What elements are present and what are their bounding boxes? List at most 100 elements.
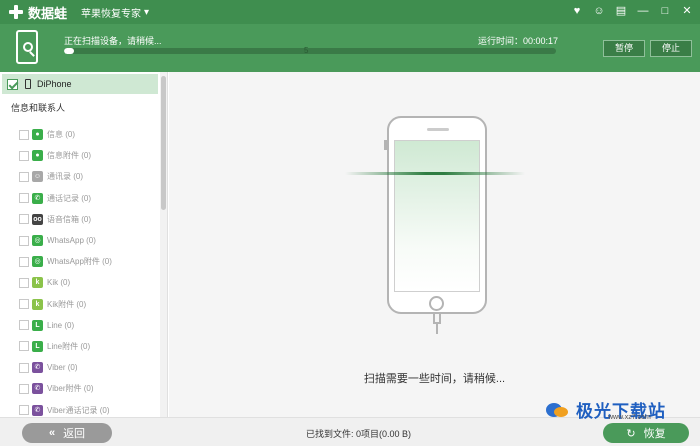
stop-button[interactable]: 停止 [650,40,692,57]
category-label: Viber (0) [47,363,78,373]
category-checkbox[interactable] [19,362,29,373]
list-item[interactable]: ◎ WhatsApp附件 (0) [19,251,159,272]
scan-preview-area: 扫描需要一些时间，请稍候... [169,72,700,417]
recover-icon: ↻ [626,427,636,440]
whatsapp-attachment-icon: ◎ [32,256,43,268]
category-checkbox[interactable] [19,193,29,204]
chevron-down-icon: ▾ [144,6,150,18]
cross-logo-icon [8,4,24,20]
list-item[interactable]: oo 语音信箱 (0) [19,209,159,230]
category-checkbox[interactable] [19,129,29,140]
product-menu-label: 苹果恢复专家 [81,8,142,20]
recover-label: 恢复 [643,428,666,440]
list-item[interactable]: ● 信息 (0) [19,124,159,145]
category-label: 通讯录 (0) [47,172,83,182]
category-checkbox[interactable] [19,320,29,331]
watermark-logo-icon [544,401,570,419]
list-item[interactable]: L Line附件 (0) [19,336,159,357]
iphone-illustration [384,116,487,314]
message-icon: ● [32,129,43,141]
whatsapp-icon: ◎ [32,235,43,247]
category-checkbox[interactable] [19,405,29,416]
minimize-icon[interactable]: — [636,3,650,19]
list-item[interactable]: ✆ Viber (0) [19,357,159,378]
scan-message: 扫描需要一些时间，请稍候... [363,373,506,385]
cable-connector-icon [433,314,441,324]
viber-icon: ✆ [32,362,43,374]
device-row[interactable]: DiPhone [2,74,158,94]
device-name: DiPhone [37,79,72,89]
diamond-icon[interactable]: ♥ [570,3,584,19]
menu-icon[interactable]: ▤ [614,3,628,19]
line-attachment-icon: L [32,340,43,352]
category-label: 信息附件 (0) [47,151,91,161]
list-item[interactable]: k Kik附件 (0) [19,294,159,315]
phone-screen [394,140,480,292]
category-label: Viber通话记录 (0) [47,405,110,415]
cable-wire [436,324,438,334]
category-checkbox[interactable] [19,299,29,310]
app-name: 数据蛙 [28,5,68,21]
category-checkbox[interactable] [19,383,29,394]
category-label: Kik (0) [47,278,71,288]
category-label: 信息 (0) [47,130,75,140]
title-bar: 数据蛙 苹果恢复专家 ▾ ♥ ☺ ▤ — □ ✕ [0,0,700,24]
kik-attachment-icon: k [32,298,43,310]
category-label: 语音信箱 (0) [47,214,91,224]
elapsed-time: 运行时间：00:00:17 [478,36,559,46]
viber-attachment-icon: ✆ [32,383,43,395]
category-checkbox[interactable] [19,171,29,182]
progress-bar [64,48,556,54]
category-checkbox[interactable] [19,214,29,225]
recover-button[interactable]: ↻ 恢复 [603,423,689,443]
category-label: WhatsApp附件 (0) [47,257,112,267]
pause-button[interactable]: 暂停 [603,40,645,57]
phone-scan-icon [16,30,38,64]
category-checkbox[interactable] [19,235,29,246]
product-menu[interactable]: 苹果恢复专家 ▾ [81,5,149,20]
list-item[interactable]: ☺ 通讯录 (0) [19,166,159,187]
close-icon[interactable]: ✕ [680,3,694,19]
category-checkbox[interactable] [19,277,29,288]
category-checkbox[interactable] [19,150,29,161]
phone-icon [25,79,31,89]
line-icon: L [32,319,43,331]
list-item[interactable]: ✆ Viber附件 (0) [19,378,159,399]
category-label: WhatsApp (0) [47,236,96,246]
maximize-icon[interactable]: □ [658,3,672,19]
back-label: 返回 [63,428,86,440]
category-label: 通话记录 (0) [47,193,91,203]
category-checkbox[interactable] [19,256,29,267]
category-label: Viber附件 (0) [47,384,94,394]
sidebar-scrollbar[interactable] [160,72,167,417]
list-item[interactable]: ● 信息附件 (0) [19,145,159,166]
scrollbar-thumb[interactable] [161,76,166,210]
list-item[interactable]: ✆ Viber通话记录 (0) [19,399,159,417]
double-left-arrow-icon: « [48,427,56,439]
progress-value: 5 [304,46,309,55]
scan-status: 正在扫描设备，请稍候... [64,36,162,46]
watermark-url: www.xz7.com [608,414,651,421]
window-controls: ♥ ☺ ▤ — □ ✕ [570,3,694,19]
category-label: Line附件 (0) [47,341,91,351]
device-checkbox[interactable] [7,78,18,90]
contacts-icon: ☺ [32,171,43,183]
voicemail-icon: oo [32,213,43,225]
category-list: ● 信息 (0) ● 信息附件 (0) ☺ 通讯录 (0) ✆ 通话记录 (0) oo 语音信箱 … [19,124,159,417]
app-logo: 数据蛙 [8,3,67,22]
call-log-icon: ✆ [32,192,43,204]
kik-icon: k [32,277,43,289]
home-button-icon [429,296,444,311]
list-item[interactable]: k Kik (0) [19,272,159,293]
list-item[interactable]: ✆ 通话记录 (0) [19,188,159,209]
list-item[interactable]: L Line (0) [19,315,159,336]
message-attachment-icon: ● [32,150,43,162]
scan-progress-header: 正在扫描设备，请稍候... 运行时间：00:00:17 5 暂停 停止 [0,24,700,72]
chat-icon[interactable]: ☺ [592,3,606,19]
list-item[interactable]: ◎ WhatsApp (0) [19,230,159,251]
scan-line [345,172,525,175]
progress-fill [64,48,74,54]
category-sidebar: DiPhone 信息和联系人 ● 信息 (0) ● 信息附件 (0) ☺ 通讯录 (0) ✆… [0,72,168,417]
back-button[interactable]: « 返回 [22,423,112,443]
category-checkbox[interactable] [19,341,29,352]
